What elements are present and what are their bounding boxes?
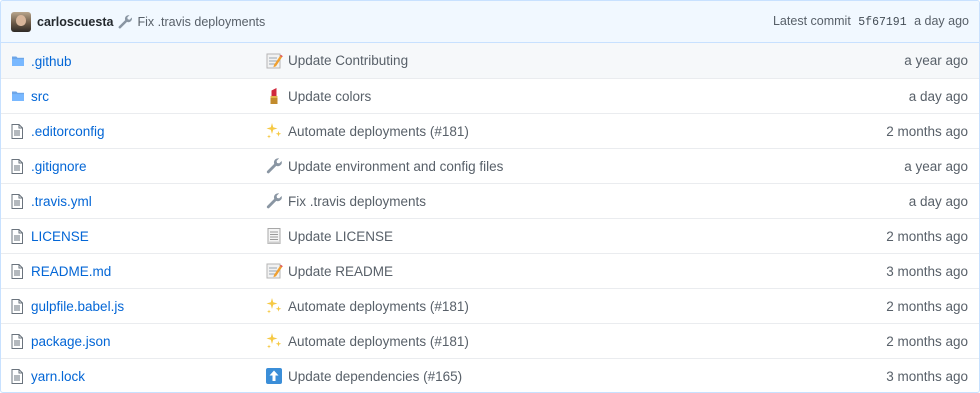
commit-message-cell: Update dependencies (#165) (264, 366, 779, 386)
commit-age: 3 months ago (886, 263, 968, 279)
file-name-link[interactable]: yarn.lock (31, 369, 85, 384)
commit-message-cell: Fix .travis deployments (264, 191, 779, 211)
commit-message-cell: Automate deployments (#181) (264, 331, 779, 351)
name-cell: package.json (31, 333, 264, 349)
file-row: README.md Update README 3 months ago (1, 253, 979, 288)
file-icon (1, 158, 31, 174)
file-icon (1, 123, 31, 139)
commit-message-link[interactable]: Update colors (288, 89, 371, 104)
file-icon (1, 228, 31, 244)
name-cell: gulpfile.babel.js (31, 298, 264, 314)
file-name-link[interactable]: gulpfile.babel.js (31, 299, 124, 314)
wrench-icon (264, 156, 284, 176)
name-cell: .travis.yml (31, 193, 264, 209)
name-cell: LICENSE (31, 228, 264, 244)
lipstick-icon (264, 86, 284, 106)
commit-message-cell: Update environment and config files (264, 156, 779, 176)
name-cell: yarn.lock (31, 368, 264, 384)
file-row: .gitignore Update environment and config … (1, 148, 979, 183)
file-icon (1, 368, 31, 384)
author-avatar[interactable] (11, 11, 31, 32)
latest-commit-bar: carloscuesta Fix .travis deployments Lat… (1, 1, 979, 43)
commit-age: 3 months ago (886, 368, 968, 384)
commit-message-cell: Update LICENSE (264, 226, 779, 246)
commit-age: 2 months ago (886, 228, 968, 244)
file-name-link[interactable]: .editorconfig (31, 124, 105, 139)
file-icon (1, 263, 31, 279)
file-name-link[interactable]: package.json (31, 334, 111, 349)
sparkles-icon (264, 296, 284, 316)
file-icon (1, 298, 31, 314)
file-name-link[interactable]: .gitignore (31, 159, 87, 174)
commit-message-link[interactable]: Update LICENSE (288, 229, 393, 244)
file-row: src Update colors a day ago (1, 78, 979, 113)
commit-age: a day ago (908, 88, 968, 104)
commit-age: 2 months ago (886, 298, 968, 314)
commit-message-link[interactable]: Fix .travis deployments (288, 194, 426, 209)
file-name-link[interactable]: README.md (31, 264, 111, 279)
wrench-icon (115, 12, 135, 32)
commit-age: a year ago (904, 53, 968, 68)
commit-age: a day ago (914, 14, 969, 28)
file-row: yarn.lock Update dependencies (#165) 3 mon… (1, 358, 979, 392)
folder-icon (1, 89, 31, 103)
sparkles-icon (264, 121, 284, 141)
file-row: LICENSE Update LICENSE 2 months ago (1, 218, 979, 253)
commit-message-link[interactable]: Fix .travis deployments (137, 15, 265, 29)
file-row: gulpfile.babel.js Automate deployments (#… (1, 288, 979, 323)
commit-message-link[interactable]: Update environment and config files (288, 159, 503, 174)
file-row: .github Update Contributing a year ago (1, 43, 979, 78)
file-name-link[interactable]: LICENSE (31, 229, 89, 244)
folder-icon (1, 54, 31, 68)
file-name-link[interactable]: .github (31, 54, 72, 69)
name-cell: src (31, 88, 264, 104)
file-name-link[interactable]: .travis.yml (31, 194, 92, 209)
name-cell: .github (31, 53, 264, 69)
name-cell: README.md (31, 263, 264, 279)
memo-icon (264, 51, 284, 71)
file-icon (1, 333, 31, 349)
commit-message-link[interactable]: Automate deployments (#181) (288, 124, 469, 139)
commit-message-link[interactable]: Update dependencies (#165) (288, 369, 462, 384)
commit-message-cell: Automate deployments (#181) (264, 296, 779, 316)
commit-message-cell: Update colors (264, 86, 779, 106)
commit-message-link[interactable]: Automate deployments (#181) (288, 299, 469, 314)
name-cell: .editorconfig (31, 123, 264, 139)
file-row: .travis.yml Fix .travis deployments a day … (1, 183, 979, 218)
commit-age: 2 months ago (886, 333, 968, 349)
wrench-icon (264, 191, 284, 211)
commit-sha-link[interactable]: 5f67191 (858, 16, 906, 29)
commit-age: a year ago (904, 158, 968, 174)
file-name-link[interactable]: src (31, 89, 49, 104)
commit-author-link[interactable]: carloscuesta (37, 15, 113, 29)
commit-age: 2 months ago (886, 123, 968, 139)
file-list: .github Update Contributing a year ago src U… (1, 43, 979, 392)
latest-commit-info: Latest commit 5f67191 a day ago (773, 14, 969, 29)
file-row: .editorconfig Automate deployments (#181)… (1, 113, 979, 148)
file-icon (1, 193, 31, 209)
latest-commit-label: Latest commit (772, 14, 851, 28)
memo-icon (264, 261, 284, 281)
commit-message-cell: Update Contributing (264, 51, 779, 71)
file-browser: carloscuesta Fix .travis deployments Lat… (0, 0, 980, 393)
commit-message-link[interactable]: Update Contributing (288, 53, 408, 68)
commit-message-cell: Automate deployments (#181) (264, 121, 779, 141)
name-cell: .gitignore (31, 158, 264, 174)
commit-message-link[interactable]: Update README (288, 264, 393, 279)
arrow-up-icon (264, 366, 284, 386)
commit-age: a day ago (908, 193, 968, 209)
page-icon (264, 226, 284, 246)
sparkles-icon (264, 331, 284, 351)
commit-message-link[interactable]: Automate deployments (#181) (288, 334, 469, 349)
commit-message-cell: Update README (264, 261, 779, 281)
file-row: package.json Automate deployments (#181) 2… (1, 323, 979, 358)
